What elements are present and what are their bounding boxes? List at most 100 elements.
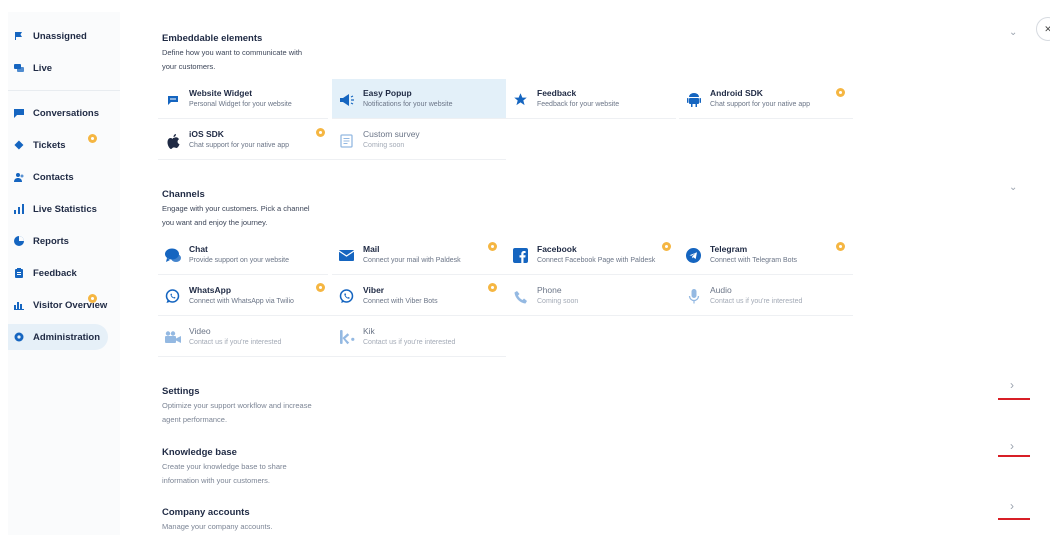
desc-line: your customers. [162, 61, 216, 71]
settings-section-desc: Optimize your support workflow and incre… [162, 399, 312, 426]
desc-line: Manage your company accounts. [162, 522, 273, 531]
card-mail[interactable]: Mail Connect your mail with Paldesk [332, 235, 506, 275]
card-title: Easy Popup [363, 88, 412, 98]
kik-icon [338, 329, 355, 346]
expand-chevron-icon[interactable]: › [1010, 439, 1014, 453]
desc-line: Optimize your support workflow and incre… [162, 401, 312, 410]
channels-section-desc: Engage with your customers. Pick a chann… [162, 202, 310, 229]
card-subtitle: Connect with Telegram Bots [710, 257, 798, 264]
sidebar-item-label: Conversations [33, 107, 99, 119]
card-video: Video Contact us if you're interested [158, 317, 332, 357]
expand-chevron-icon[interactable]: › [1010, 499, 1014, 513]
card-phone: Phone Coming soon [506, 276, 679, 316]
mail-icon [338, 247, 355, 264]
new-feature-badge [88, 134, 97, 143]
card-subtitle: Connect your mail with Paldesk [363, 257, 461, 264]
flag-icon [14, 31, 24, 41]
card-subtitle: Chat support for your native app [710, 101, 811, 108]
card-subtitle: Provide support on your website [189, 257, 289, 264]
sidebar: Unassigned Live Conversations Tickets Co… [8, 12, 120, 535]
collapse-chevron-icon[interactable]: ⌄ [1009, 182, 1017, 193]
card-easy-popup[interactable]: Easy Popup Notifications for your website [332, 79, 506, 119]
megaphone-icon [338, 91, 355, 108]
card-title: WhatsApp [189, 285, 232, 295]
card-subtitle: Contact us if you're interested [363, 339, 456, 346]
microphone-icon [685, 288, 702, 305]
desc-line: information with your customers. [162, 475, 270, 485]
card-title: iOS SDK [189, 129, 224, 139]
card-title: Mail [363, 244, 380, 254]
sidebar-item-label: Unassigned [33, 30, 87, 42]
bar-chart-icon [14, 204, 24, 214]
desc-line: Engage with your customers. Pick a chann… [162, 204, 310, 213]
channels-section-title: Channels [162, 189, 205, 200]
annotation-underline [998, 398, 1030, 400]
collapse-chevron-icon[interactable]: ⌄ [1009, 27, 1017, 38]
card-title: Audio [710, 285, 732, 295]
message-icon [14, 108, 24, 118]
close-button[interactable]: ✕ [1036, 17, 1050, 41]
sidebar-item-live-statistics[interactable]: Live Statistics [8, 196, 108, 222]
sidebar-item-live[interactable]: Live [8, 55, 108, 81]
card-title: Viber [363, 285, 385, 295]
card-subtitle: Personal Widget for your website [189, 101, 292, 108]
sidebar-item-label: Tickets [33, 139, 66, 151]
video-camera-icon [164, 329, 181, 346]
embeddable-section-desc: Define how you want to communicate with … [162, 46, 302, 73]
new-feature-badge [488, 283, 497, 292]
sidebar-item-reports[interactable]: Reports [8, 228, 108, 254]
desc-line: Create your knowledge base to share [162, 462, 287, 471]
card-chat[interactable]: Chat Provide support on your website [158, 235, 328, 275]
sidebar-item-administration[interactable]: Administration [8, 324, 108, 350]
card-android-sdk[interactable]: Android SDK Chat support for your native … [679, 79, 853, 119]
card-facebook[interactable]: Facebook Connect Facebook Page with Palde… [506, 235, 679, 275]
phone-icon [512, 288, 529, 305]
new-feature-badge [662, 242, 671, 251]
annotation-underline [998, 518, 1030, 520]
android-icon [685, 91, 702, 108]
card-subtitle: Feedback for your website [537, 101, 620, 108]
card-title: Video [189, 326, 211, 336]
apple-icon [164, 132, 181, 149]
pie-chart-icon [14, 236, 24, 246]
expand-chevron-icon[interactable]: › [1010, 378, 1014, 392]
card-whatsapp[interactable]: WhatsApp Connect with WhatsApp via Twilio [158, 276, 332, 316]
knowledge-section-title[interactable]: Knowledge base [162, 447, 237, 458]
knowledge-section-desc: Create your knowledge base to share info… [162, 460, 287, 487]
sidebar-item-unassigned[interactable]: Unassigned [8, 23, 108, 49]
card-title: Chat [189, 244, 208, 254]
card-title: Android SDK [710, 88, 763, 98]
card-subtitle: Coming soon [537, 298, 579, 305]
survey-icon [338, 132, 355, 149]
settings-gear-icon [14, 332, 24, 342]
desc-line: Define how you want to communicate with [162, 48, 303, 57]
sidebar-item-label: Live [33, 62, 53, 74]
new-feature-badge [836, 88, 845, 97]
company-section-title[interactable]: Company accounts [162, 507, 250, 518]
card-title: Kik [363, 326, 375, 336]
card-telegram[interactable]: Telegram Connect with Telegram Bots [679, 235, 853, 275]
card-subtitle: Chat support for your native app [189, 142, 290, 149]
desc-line: you want and enjoy the journey. [162, 217, 268, 227]
viber-icon [338, 288, 355, 305]
sidebar-divider [8, 90, 120, 91]
sidebar-item-label: Contacts [33, 171, 74, 183]
new-feature-badge [836, 242, 845, 251]
card-ios-sdk[interactable]: iOS SDK Chat support for your native app [158, 120, 332, 160]
card-feedback[interactable]: Feedback Feedback for your website [506, 79, 676, 119]
sidebar-item-conversations[interactable]: Conversations [8, 100, 108, 126]
sidebar-item-contacts[interactable]: Contacts [8, 164, 108, 190]
desc-line: agent performance. [162, 414, 228, 424]
settings-section-title[interactable]: Settings [162, 386, 199, 397]
card-website-widget[interactable]: Website Widget Personal Widget for your w… [158, 79, 328, 119]
card-title: Telegram [710, 244, 748, 254]
card-subtitle: Connect with Viber Bots [363, 298, 438, 305]
sidebar-item-visitor-overview[interactable]: Visitor Overview [8, 292, 120, 318]
card-subtitle: Contact us if you're interested [710, 298, 803, 305]
sidebar-item-feedback[interactable]: Feedback [8, 260, 108, 286]
clipboard-icon [14, 268, 24, 278]
chat-bubbles-icon [14, 63, 24, 73]
card-subtitle: Notifications for your website [363, 101, 453, 108]
sidebar-item-label: Feedback [33, 267, 77, 279]
card-viber[interactable]: Viber Connect with Viber Bots [332, 276, 506, 316]
